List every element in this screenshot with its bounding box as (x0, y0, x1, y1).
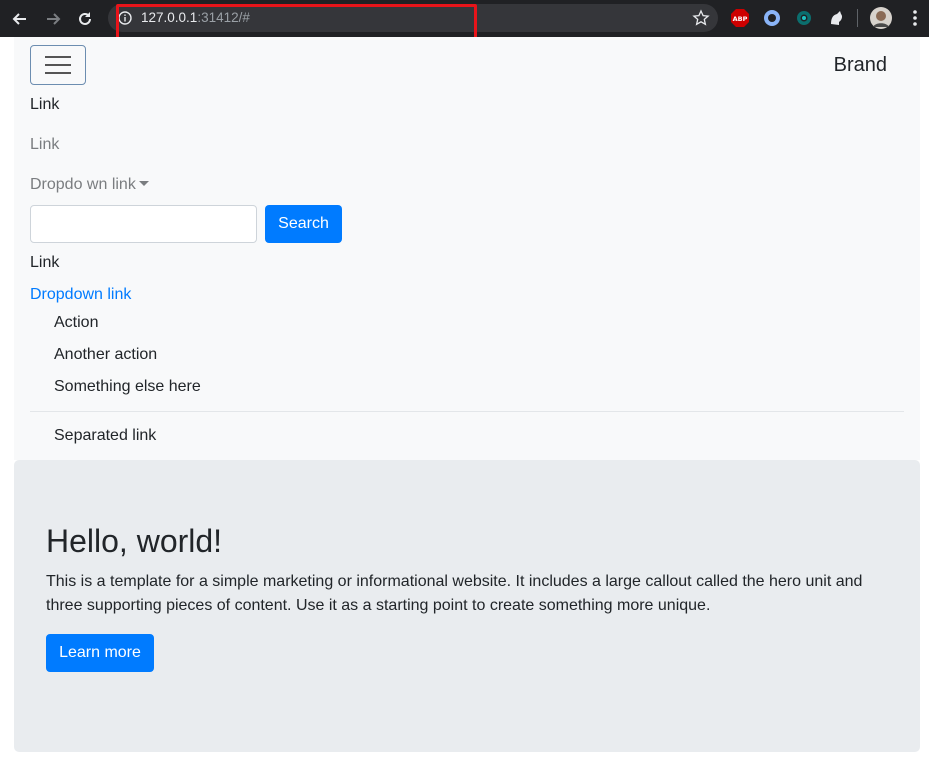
nav-dropdown-1-label: Dropdo wn link (30, 176, 136, 193)
dropdown-divider (30, 411, 904, 412)
back-arrow-icon (12, 13, 26, 25)
page-content: Brand Link Link Dropdo wn link Search Li… (0, 37, 929, 767)
forward-arrow-icon (47, 13, 61, 25)
extension-icon[interactable] (795, 9, 813, 27)
bookmark-star-icon[interactable] (692, 9, 710, 27)
extension-icon[interactable] (827, 9, 845, 27)
nav-link-3[interactable]: Link (30, 254, 59, 272)
nav-dropdown-2[interactable]: Dropdown link (30, 286, 131, 304)
forward-button[interactable] (42, 8, 64, 30)
nav-link-2[interactable]: Link (30, 136, 59, 154)
dropdown-item-action[interactable]: Action (54, 314, 98, 332)
caret-down-icon (138, 181, 149, 186)
reload-button[interactable] (74, 8, 96, 30)
back-button[interactable] (9, 8, 31, 30)
dropdown-item-separated-link[interactable]: Separated link (54, 427, 156, 445)
reload-icon (79, 12, 91, 25)
extension-icon[interactable] (763, 9, 781, 27)
jumbotron-title: Hello, world! (46, 523, 223, 559)
menu-icon[interactable] (906, 9, 924, 27)
navbar-brand[interactable]: Brand (834, 54, 887, 77)
jumbotron-text: This is a template for a simple marketin… (46, 573, 863, 614)
navbar-toggler[interactable] (30, 45, 86, 85)
navbar: Brand Link Link Dropdo wn link Search Li… (14, 37, 920, 460)
nav-link-1[interactable]: Link (30, 96, 59, 114)
learn-more-button[interactable]: Learn more (46, 634, 154, 672)
hamburger-icon (45, 56, 71, 74)
dropdown-item-something-else[interactable]: Something else here (54, 378, 201, 396)
nav-dropdown-1[interactable]: Dropdo wn link (30, 176, 149, 194)
svg-text:ABP: ABP (733, 15, 748, 23)
abp-icon[interactable]: ABP (731, 9, 749, 27)
search-input[interactable] (30, 205, 257, 243)
jumbotron: Hello, world! This is a template for a s… (14, 460, 920, 752)
profile-avatar[interactable] (870, 7, 892, 29)
dropdown-item-another-action[interactable]: Another action (54, 346, 157, 364)
search-button[interactable]: Search (265, 205, 342, 243)
toolbar-separator (857, 9, 858, 27)
